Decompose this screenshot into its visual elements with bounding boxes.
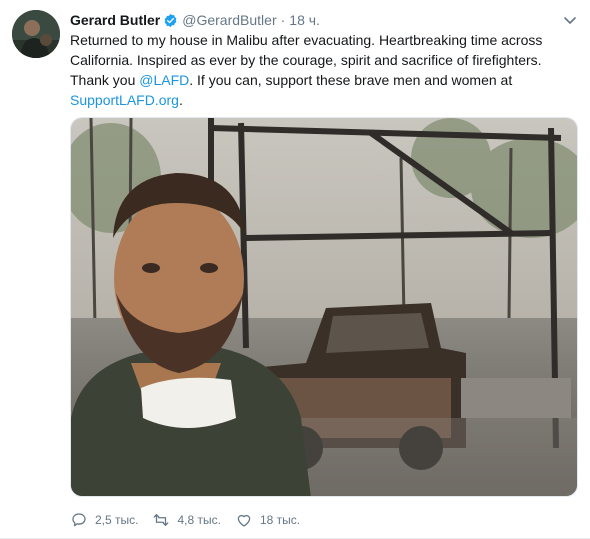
tweet-text: Returned to my house in Malibu after eva… xyxy=(70,30,570,110)
reply-icon xyxy=(72,513,86,527)
avatar[interactable] xyxy=(12,10,60,58)
tweet-actions: 2,5 тыс. 4,8 тыс. 18 тыс. xyxy=(70,510,314,530)
heart-icon xyxy=(237,514,251,527)
tweet-photo[interactable] xyxy=(70,117,578,497)
retweet-icon xyxy=(154,514,169,526)
url-link[interactable]: SupportLAFD.org xyxy=(70,92,179,108)
tweet[interactable]: Gerard Butler @GerardButler · 18 ч. Retu… xyxy=(0,0,590,539)
tweet-text-thanks: Thank you xyxy=(70,72,140,88)
verified-badge-icon xyxy=(164,13,177,27)
tweet-header: Gerard Butler @GerardButler · 18 ч. xyxy=(70,10,320,30)
retweet-button[interactable]: 4,8 тыс. xyxy=(152,511,221,529)
author-name[interactable]: Gerard Butler xyxy=(70,12,160,28)
tweet-timestamp[interactable]: 18 ч. xyxy=(289,12,320,28)
like-count: 18 тыс. xyxy=(259,513,301,527)
reply-count: 2,5 тыс. xyxy=(95,513,139,527)
tweet-text-line-4: SupportLAFD.org. xyxy=(70,90,570,110)
like-button[interactable]: 18 тыс. xyxy=(235,511,300,529)
separator-dot: · xyxy=(280,12,286,28)
retweet-count: 4,8 тыс. xyxy=(177,513,221,527)
tweet-text-period: . xyxy=(178,92,183,108)
reply-button[interactable]: 2,5 тыс. xyxy=(70,511,138,529)
chevron-down-icon[interactable] xyxy=(562,12,578,28)
tweet-text-line-1: Returned to my house in Malibu after eva… xyxy=(70,32,543,48)
mention-link[interactable]: @LAFD xyxy=(139,72,189,88)
photo-image xyxy=(71,118,577,496)
tweet-text-support: . If you can, support these brave men an… xyxy=(189,72,513,88)
author-handle[interactable]: @GerardButler xyxy=(182,12,276,28)
tweet-text-line-3: Thank you @LAFD. If you can, support the… xyxy=(70,70,570,90)
tweet-text-line-2: California. Inspired as ever by the cour… xyxy=(70,52,542,68)
